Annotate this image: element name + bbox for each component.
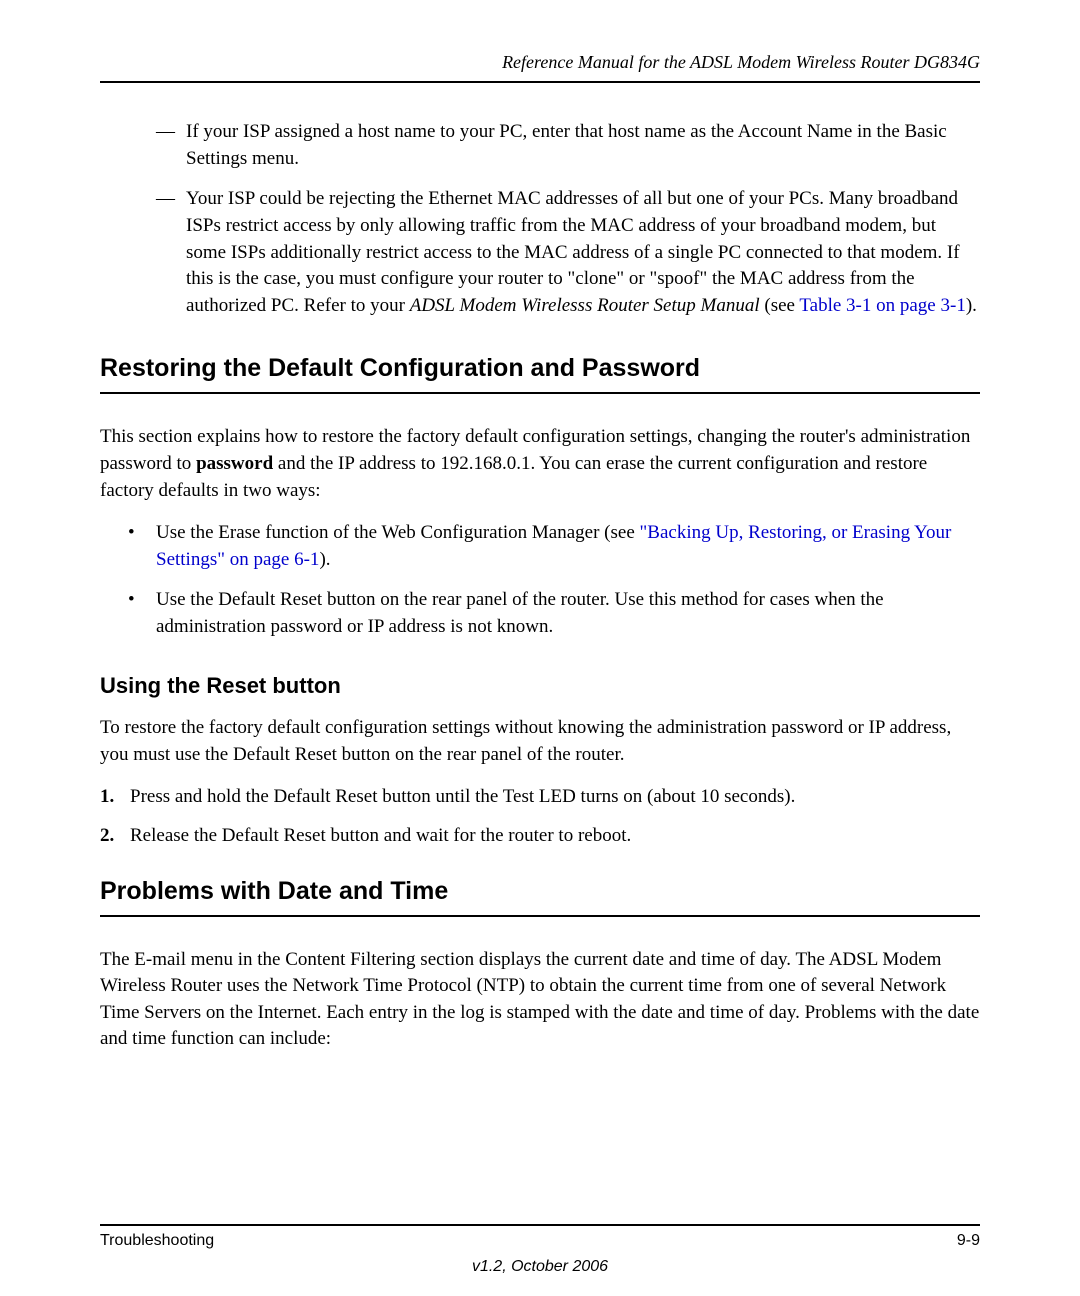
bullet-list: Use the Erase function of the Web Config… (100, 520, 980, 640)
dash-item-1: If your ISP assigned a host name to your… (156, 119, 980, 172)
heading-datetime: Problems with Date and Time (100, 874, 980, 917)
header-title: Reference Manual for the ADSL Modem Wire… (502, 52, 980, 72)
step-2-number: 2. (100, 823, 114, 850)
restoring-intro-bold: password (196, 453, 273, 474)
bullet-1: Use the Erase function of the Web Config… (128, 520, 980, 573)
dash-item-2-link[interactable]: Table 3-1 on page 3-1 (799, 295, 965, 316)
step-1: 1. Press and hold the Default Reset butt… (100, 784, 980, 811)
page-header: Reference Manual for the ADSL Modem Wire… (100, 50, 980, 83)
numbered-list: 1. Press and hold the Default Reset butt… (100, 784, 980, 849)
datetime-intro: The E-mail menu in the Content Filtering… (100, 947, 980, 1053)
step-1-text: Press and hold the Default Reset button … (130, 786, 795, 807)
bullet-1-part2: ). (319, 549, 330, 570)
step-1-number: 1. (100, 784, 114, 811)
dash-item-2-part2: (see (760, 295, 800, 316)
dash-item-1-text: If your ISP assigned a host name to your… (186, 121, 947, 169)
page-footer: Troubleshooting 9-9 (100, 1224, 980, 1252)
footer-left: Troubleshooting (100, 1230, 214, 1252)
heading-restoring: Restoring the Default Configuration and … (100, 351, 980, 394)
dash-list: If your ISP assigned a host name to your… (100, 119, 980, 319)
footer-right: 9-9 (957, 1230, 980, 1252)
dash-item-2-italic: ADSL Modem Wirelesss Router Setup Manual (410, 295, 760, 316)
bullet-2-text: Use the Default Reset button on the rear… (156, 589, 884, 637)
step-2: 2. Release the Default Reset button and … (100, 823, 980, 850)
dash-item-2: Your ISP could be rejecting the Ethernet… (156, 186, 980, 319)
step-2-text: Release the Default Reset button and wai… (130, 825, 631, 846)
heading-reset-button: Using the Reset button (100, 671, 980, 702)
footer-version: v1.2, October 2006 (0, 1256, 1080, 1278)
bullet-2: Use the Default Reset button on the rear… (128, 587, 980, 640)
dash-item-2-part3: ). (966, 295, 977, 316)
restoring-intro: This section explains how to restore the… (100, 424, 980, 504)
bullet-1-part1: Use the Erase function of the Web Config… (156, 522, 640, 543)
reset-intro: To restore the factory default configura… (100, 715, 980, 768)
